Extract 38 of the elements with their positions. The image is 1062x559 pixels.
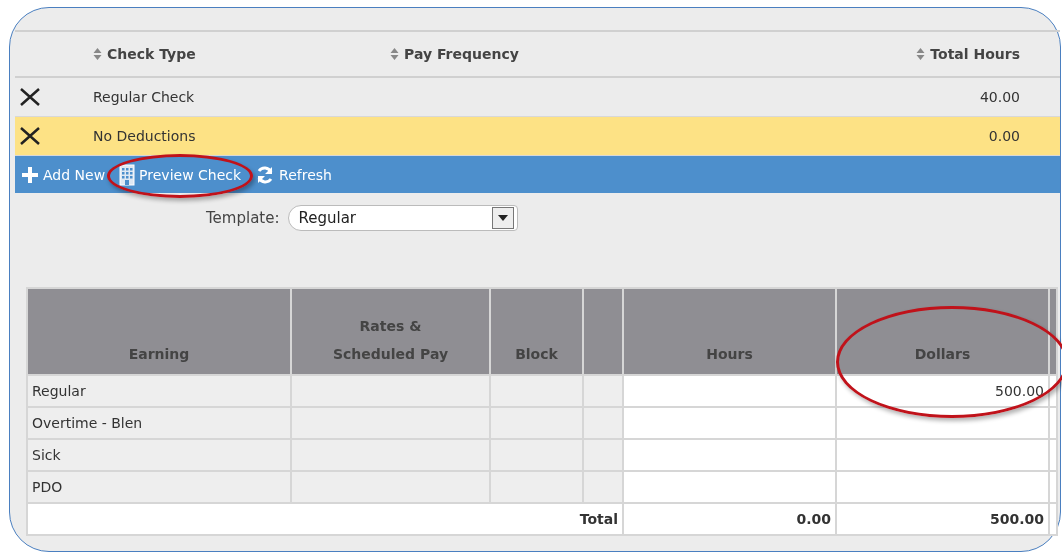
dollars-input[interactable] <box>836 407 1049 439</box>
check-row[interactable]: No Deductions 0.00 <box>15 117 1060 156</box>
column-header[interactable]: Total Hours <box>860 46 1060 62</box>
check-type: Regular Check <box>93 89 196 105</box>
sort-icon[interactable] <box>93 47 102 61</box>
close-icon[interactable] <box>19 126 41 146</box>
close-icon[interactable] <box>19 87 41 107</box>
column-header: Rates & Scheduled Pay <box>291 288 490 375</box>
column-header: Block <box>490 288 583 375</box>
earning-name: Regular <box>27 375 291 407</box>
column-header: Earning <box>27 288 291 375</box>
column-header[interactable]: Check Type <box>93 46 390 62</box>
hours-input[interactable] <box>623 471 836 503</box>
template-label: Template: <box>206 209 280 227</box>
total-hours: 40.00 <box>978 89 1021 105</box>
total-label: Total <box>27 503 623 535</box>
plus-icon <box>21 165 39 184</box>
check-type: No Deductions <box>93 128 197 144</box>
earning-name: Overtime - Blen <box>27 407 291 439</box>
sort-icon[interactable] <box>916 47 926 61</box>
dollars-input[interactable]: 500.00 <box>836 375 1049 407</box>
total-dollars: 500.00 <box>836 503 1049 535</box>
dollars-input[interactable] <box>836 439 1049 471</box>
column-header: Dollars <box>836 288 1049 375</box>
earning-name: Sick <box>27 439 291 471</box>
sort-icon[interactable] <box>390 47 399 61</box>
earning-name: PDO <box>27 471 291 503</box>
building-icon <box>119 163 136 186</box>
hours-input[interactable] <box>623 375 836 407</box>
dollars-input[interactable] <box>836 471 1049 503</box>
dropdown-arrow-icon[interactable] <box>497 215 508 221</box>
column-header: Hours <box>623 288 836 375</box>
total-hours: 0.00 <box>987 128 1021 144</box>
hours-input[interactable] <box>623 439 836 471</box>
hours-input[interactable] <box>623 407 836 439</box>
total-hours: 0.00 <box>623 503 836 535</box>
template-select[interactable]: Regular <box>287 205 518 231</box>
column-header[interactable]: Pay Frequency <box>390 46 860 62</box>
